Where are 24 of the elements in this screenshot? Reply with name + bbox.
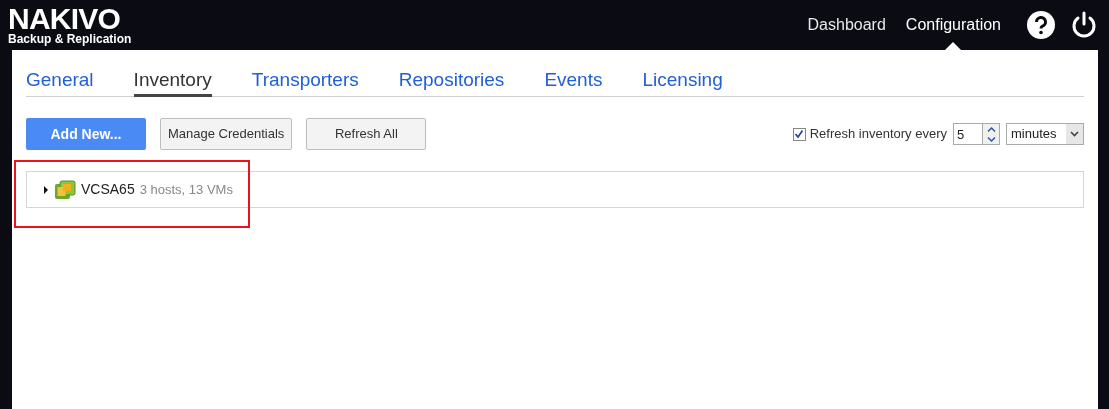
refresh-checkbox[interactable] — [792, 127, 806, 141]
tree-item[interactable]: VCSA65 3 hosts, 13 VMs — [27, 172, 1083, 207]
refresh-label: Refresh inventory every — [809, 125, 947, 144]
vcenter-icon — [54, 179, 76, 200]
toolbar-button[interactable]: Manage Credentials — [160, 118, 293, 150]
logo-tagline: Backup & Replication — [8, 33, 132, 45]
expand-arrow-icon[interactable] — [43, 185, 49, 194]
caret-icon — [1070, 131, 1079, 137]
server-summary: 3 hosts, 13 VMs — [139, 180, 233, 199]
help-icon[interactable] — [1027, 11, 1055, 39]
interval-field[interactable]: 5 — [953, 123, 983, 145]
toolbar-button[interactable]: Refresh All — [306, 118, 427, 150]
logo-wordmark: NAKIVO — [8, 5, 121, 33]
server-name: VCSA65 — [81, 180, 135, 199]
tab[interactable]: General — [26, 66, 94, 97]
nav-link[interactable]: Dashboard — [807, 13, 886, 37]
tab[interactable]: Events — [544, 66, 603, 97]
tab[interactable]: Licensing — [642, 66, 723, 97]
tab[interactable]: Transporters — [251, 66, 359, 97]
nav-link[interactable]: Configuration — [905, 13, 1001, 37]
tab[interactable]: Inventory — [133, 66, 212, 97]
power-icon[interactable] — [1071, 11, 1097, 39]
tab[interactable]: Repositories — [398, 66, 505, 97]
unit-dropdown[interactable]: minutes — [1006, 123, 1084, 145]
